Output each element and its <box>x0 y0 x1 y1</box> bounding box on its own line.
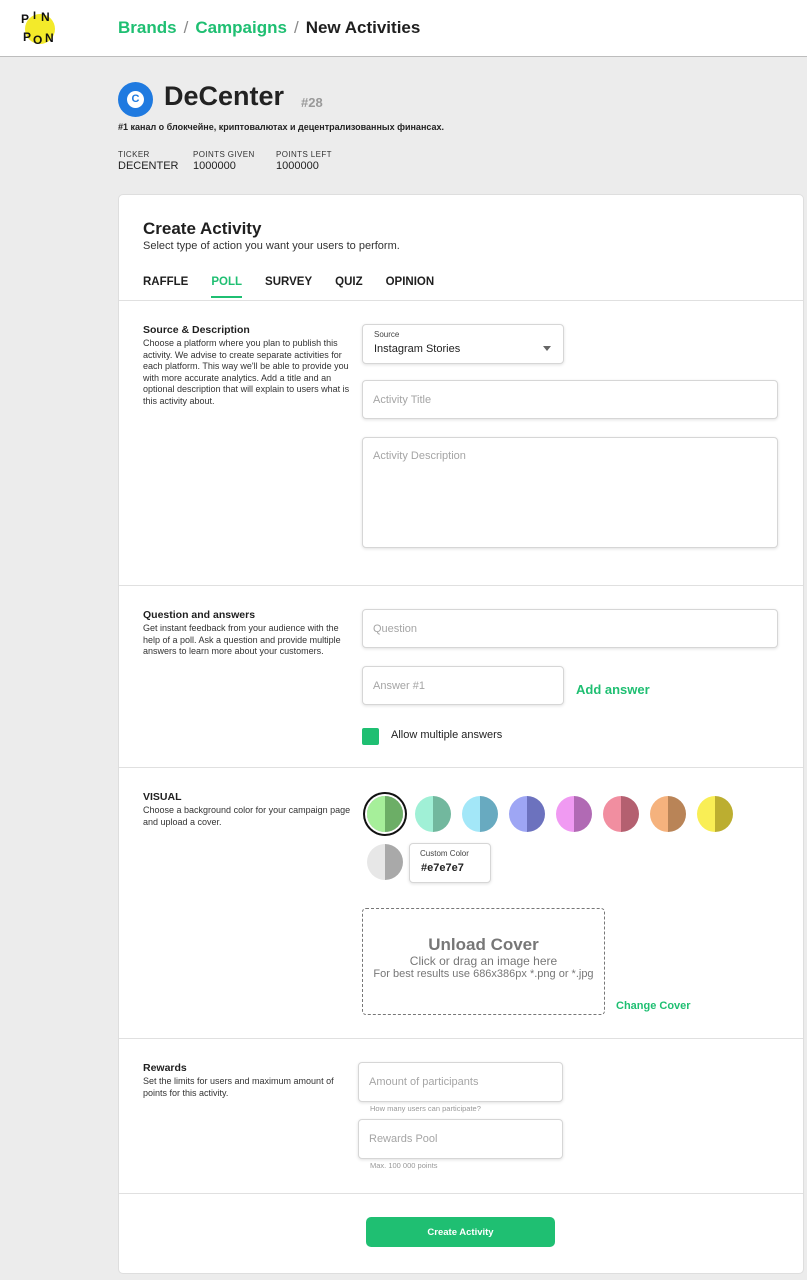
svg-text:N: N <box>45 31 54 45</box>
cover-upload-dropzone[interactable]: Unload Cover Click or drag an image here… <box>362 908 605 1015</box>
source-select-label: Source <box>374 330 400 339</box>
breadcrumb-current: New Activities <box>305 18 421 37</box>
top-bar: P I N P O N Brands / Campaigns / New Act… <box>0 0 807 57</box>
section-title-question: Question and answers <box>143 609 256 621</box>
create-activity-card: Create Activity Select type of action yo… <box>118 194 804 1274</box>
svg-text:P: P <box>21 12 29 26</box>
breadcrumb-separator: / <box>183 18 189 37</box>
pinpon-logo[interactable]: P I N P O N <box>18 8 60 48</box>
section-desc-rewards: Set the limits for users and maximum amo… <box>143 1076 334 1098</box>
breadcrumb-campaigns-link[interactable]: Campaigns <box>195 18 287 38</box>
section-desc-visual: Choose a background color for your campa… <box>143 805 351 827</box>
change-cover-button[interactable]: Change Cover <box>616 1000 691 1012</box>
rewards-pool-hint: Max. 100 000 points <box>370 1161 438 1170</box>
participants-hint: How many users can participate? <box>370 1104 481 1113</box>
activity-description-input[interactable]: Activity Description <box>362 437 778 548</box>
create-activity-button[interactable]: Create Activity <box>366 1217 555 1247</box>
answer-input[interactable]: Answer #1 <box>362 666 564 705</box>
section-title-source: Source & Description <box>143 324 250 336</box>
card-title: Create Activity <box>143 219 262 238</box>
upload-title: Unload Cover <box>428 935 539 954</box>
custom-color-input[interactable]: Custom Color #e7e7e7 <box>409 843 491 883</box>
color-swatch-blue[interactable] <box>509 796 545 832</box>
color-swatch-yellow[interactable] <box>697 796 733 832</box>
brand-description: #1 канал о блокчейне, криптовалютах и де… <box>118 122 445 132</box>
breadcrumb-separator: / <box>293 18 299 37</box>
divider <box>119 585 803 586</box>
question-input[interactable]: Question <box>362 609 778 648</box>
source-select[interactable]: Source Instagram Stories <box>362 324 564 364</box>
color-swatch-gray[interactable] <box>367 844 403 880</box>
stat-label: POINTS GIVEN <box>193 150 255 159</box>
stat-label: TICKER <box>118 150 150 159</box>
activity-type-tabs: RAFFLE POLL SURVEY QUIZ OPINION <box>143 276 457 298</box>
svg-text:O: O <box>33 33 42 47</box>
upload-hint: Click or drag an image here <box>409 954 558 968</box>
color-swatch-orange[interactable] <box>650 796 686 832</box>
divider <box>119 767 803 768</box>
rewards-pool-input[interactable]: Rewards Pool <box>358 1119 563 1159</box>
brand-avatar-letter: C <box>127 91 144 108</box>
brand-name: DeCenter <box>164 81 285 111</box>
brand-number: #28 <box>301 95 323 110</box>
section-desc-source: Choose a platform where you plan to publ… <box>143 338 350 406</box>
custom-color-value: #e7e7e7 <box>421 862 464 874</box>
tab-raffle[interactable]: RAFFLE <box>143 276 188 298</box>
section-title-rewards: Rewards <box>143 1062 187 1074</box>
custom-color-label: Custom Color <box>420 849 469 858</box>
tab-quiz[interactable]: QUIZ <box>335 276 362 298</box>
color-swatch-cyan[interactable] <box>462 796 498 832</box>
stat-value: 1000000 <box>276 160 319 172</box>
tab-opinion[interactable]: OPINION <box>386 276 435 298</box>
stat-ticker: TICKER DECENTER <box>118 150 179 172</box>
stat-value: 1000000 <box>193 160 236 172</box>
tab-survey[interactable]: SURVEY <box>265 276 312 298</box>
activity-title-input[interactable]: Activity Title <box>362 380 778 419</box>
stat-points-left: POINTS LEFT 1000000 <box>276 150 332 172</box>
participants-input[interactable]: Amount of participants <box>358 1062 563 1102</box>
add-answer-button[interactable]: Add answer <box>576 682 650 697</box>
color-swatch-green[interactable] <box>367 796 403 832</box>
divider <box>119 300 803 301</box>
svg-text:I: I <box>33 10 36 22</box>
allow-multiple-checkbox[interactable] <box>362 728 379 745</box>
color-swatch-magenta[interactable] <box>556 796 592 832</box>
breadcrumb: Brands / Campaigns / New Activities <box>118 18 420 38</box>
stat-points-given: POINTS GIVEN 1000000 <box>193 150 255 172</box>
section-desc-question: Get instant feedback from your audience … <box>143 623 341 656</box>
upload-size-hint: For best results use 686x386px *.png or … <box>373 968 594 980</box>
section-title-visual: VISUAL <box>143 791 182 803</box>
color-swatch-mint[interactable] <box>415 796 451 832</box>
tab-poll[interactable]: POLL <box>211 276 243 298</box>
stat-label: POINTS LEFT <box>276 150 332 159</box>
allow-multiple-label: Allow multiple answers <box>391 729 503 741</box>
divider <box>119 1038 803 1039</box>
breadcrumb-brands-link[interactable]: Brands <box>118 18 177 38</box>
brand-avatar: C <box>118 82 153 117</box>
source-select-value: Instagram Stories <box>374 343 461 355</box>
chevron-down-icon <box>543 346 551 351</box>
color-swatch-pink[interactable] <box>603 796 639 832</box>
svg-text:N: N <box>41 10 50 24</box>
stat-value: DECENTER <box>118 160 179 172</box>
divider <box>119 1193 803 1194</box>
card-subtitle: Select type of action you want your user… <box>143 240 400 252</box>
svg-text:P: P <box>23 30 31 44</box>
